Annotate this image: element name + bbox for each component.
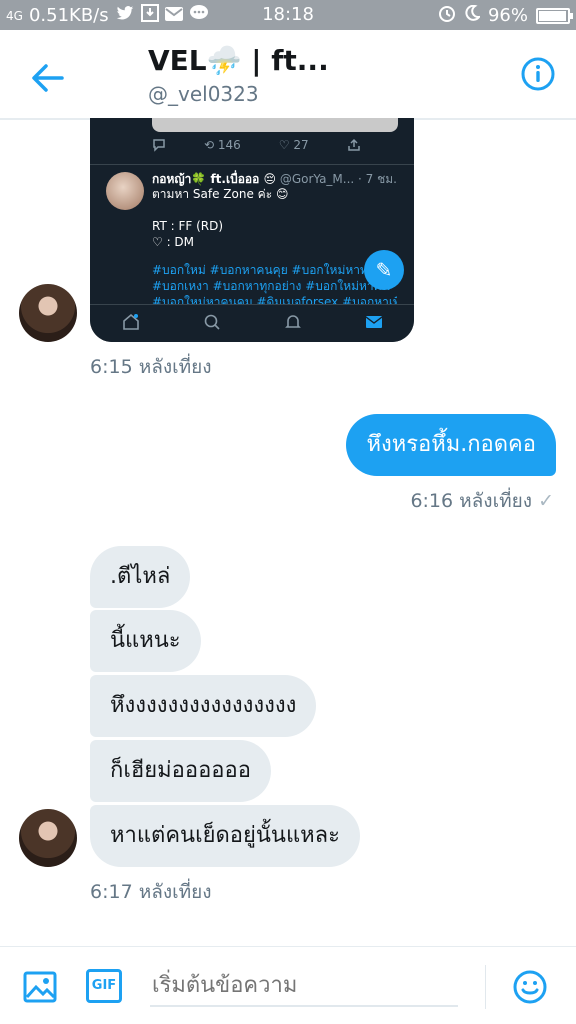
- battery-icon: [536, 7, 573, 24]
- back-arrow-icon[interactable]: [28, 58, 68, 98]
- incoming-message[interactable]: นี้แหนะ: [90, 610, 201, 672]
- emoji-icon[interactable]: [512, 969, 548, 1005]
- moon-icon: [464, 4, 482, 26]
- gif-button[interactable]: GIF: [86, 969, 122, 1003]
- sender-avatar[interactable]: [19, 284, 77, 342]
- conversation-title[interactable]: VEL⛈️ | ft...: [148, 44, 329, 77]
- image-icon[interactable]: [22, 969, 58, 1005]
- outgoing-message[interactable]: หึงหรอหึ้ม.กอดคอ: [346, 414, 556, 476]
- like-count: ♡ 27: [279, 138, 309, 155]
- tweet-text: ตามหา Safe Zone ค่ะ 😊 RT : FF (RD) ♡ : D…: [152, 187, 289, 249]
- tweet-app-nav: [90, 304, 414, 342]
- reply-icon: [152, 138, 166, 155]
- alarm-icon: [438, 4, 456, 27]
- bell-icon: [284, 313, 302, 335]
- incoming-message[interactable]: .ตีไหล่: [90, 546, 191, 608]
- battery-percent: 96%: [487, 5, 528, 26]
- info-icon[interactable]: [520, 56, 556, 92]
- tweet-author-name: กอหญ้า🍀 ft.เบื่อออ 😔: [152, 172, 277, 186]
- message-composer: GIF: [0, 946, 576, 1024]
- conversation-header: VEL⛈️ | ft... @_vel0323: [0, 30, 576, 120]
- timestamp-text: 6:16 หลังเที่ยง: [410, 490, 533, 512]
- retweet-count-value: 146: [217, 138, 241, 152]
- incoming-message[interactable]: ก็เฮียม่ออออออ: [90, 740, 271, 802]
- divider: [485, 965, 486, 1009]
- like-count-value: 27: [293, 138, 309, 152]
- envelope-icon: [365, 313, 383, 335]
- tweet-hashtags: #บอกใหม่ #บอกหาคนคุย #บอกใหม่หาทุกอ #บอก…: [152, 263, 397, 304]
- message-input[interactable]: [150, 965, 458, 1007]
- tweet-author-meta: @GorYa_M... · 7 ชม.: [276, 172, 397, 186]
- sent-check-icon: ✓: [538, 490, 554, 512]
- divider: [90, 164, 414, 165]
- home-icon: [122, 313, 140, 335]
- incoming-message[interactable]: หึงงงงงงงงงงงงงงงง: [90, 675, 317, 737]
- share-icon: [347, 138, 361, 155]
- timestamp: 6:17 หลังเที่ยง: [90, 881, 212, 903]
- timestamp: 6:15 หลังเที่ยง: [90, 356, 212, 378]
- compose-tweet-icon: ✎: [364, 250, 404, 290]
- timestamp: 6:16 หลังเที่ยง ✓: [410, 486, 554, 516]
- tweet-image: [152, 118, 398, 132]
- retweet-icon: ⟲: [204, 138, 215, 152]
- incoming-message[interactable]: หาแต่คนเย็ดอยู่นั้นแหละ: [90, 805, 360, 867]
- retweet-count: ⟲ 146: [204, 138, 241, 155]
- heart-icon: ♡: [278, 138, 290, 152]
- search-icon: [203, 313, 221, 335]
- conversation-handle[interactable]: @_vel0323: [148, 82, 259, 106]
- sender-avatar[interactable]: [19, 809, 77, 867]
- tweet-author-avatar: [106, 172, 144, 210]
- status-bar: 4G 0.51KB/s 18:18 96%: [0, 0, 576, 30]
- tweet-actions: ⟲ 146 ♡ 27: [152, 138, 402, 155]
- shared-screenshot[interactable]: ⟲ 146 ♡ 27 กอหญ้า🍀 ft.เบื่อออ 😔 @GorYa_M…: [90, 118, 414, 342]
